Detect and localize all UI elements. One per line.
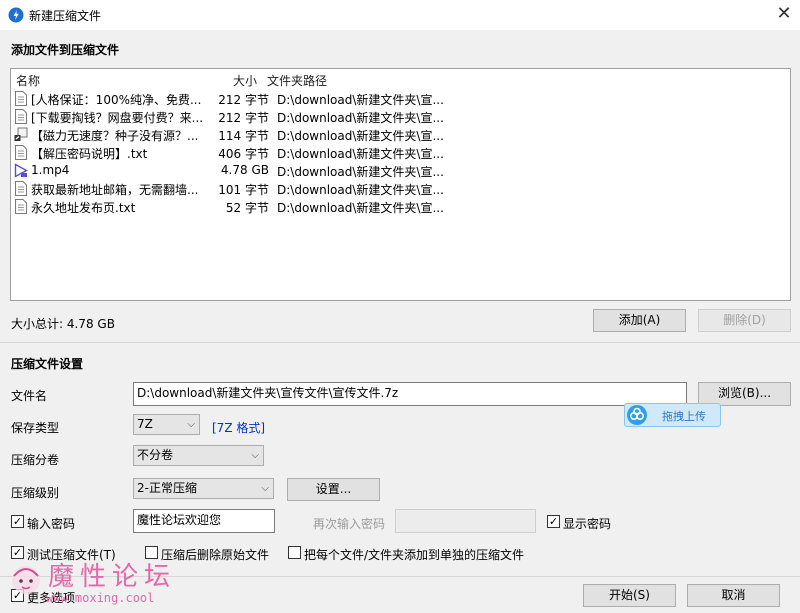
separate-archives-checkbox[interactable]: [288, 546, 301, 559]
add-button[interactable]: 添加(A): [593, 309, 686, 332]
save-type-value: 7Z: [137, 417, 153, 431]
file-row[interactable]: 【解压密码说明】.txt 406 字节 D:\download\新建文件夹\宣.…: [11, 143, 790, 161]
split-select[interactable]: 不分卷 ⌵: [133, 445, 264, 466]
file-size: 406 字节: [218, 147, 269, 161]
file-name: [下载要掏钱？网盘要付费？来...: [31, 111, 204, 125]
save-type-label: 保存类型: [11, 421, 60, 435]
app-logo-icon: [8, 7, 24, 23]
text-file-icon: [15, 181, 27, 196]
reenter-password-label: 再次输入密码: [313, 517, 386, 531]
video-file-icon: [14, 163, 28, 178]
close-icon[interactable]: ✕: [772, 2, 796, 26]
file-row[interactable]: 获取最新地址邮箱，无需翻墙... 101 字节 D:\download\新建文件…: [11, 179, 790, 197]
text-file-icon: [15, 91, 27, 106]
file-size: 114 字节: [218, 129, 269, 143]
file-name: 【磁力无速度？种子没有源？...: [31, 129, 199, 143]
separate-archives-label: 把每个文件/文件夹添加到单独的压缩文件: [304, 548, 525, 562]
text-file-icon: [15, 109, 27, 124]
upload-label: 拖拽上传: [662, 410, 706, 423]
split-label: 压缩分卷: [11, 453, 60, 467]
column-header-size[interactable]: 大小: [233, 72, 257, 89]
shortcut-file-icon: [14, 127, 28, 141]
drag-upload-widget[interactable]: 拖拽上传: [624, 403, 721, 427]
split-value: 不分卷: [137, 448, 174, 462]
file-row[interactable]: [人格保证：100%纯净、免费... 212 字节 D:\download\新建…: [11, 89, 790, 107]
file-size: 52 字节: [225, 201, 269, 215]
text-file-icon: [15, 145, 27, 160]
filename-label: 文件名: [11, 389, 48, 403]
password-checkbox-label: 输入密码: [27, 517, 76, 531]
file-path: D:\download\新建文件夹\宣...: [277, 129, 444, 143]
password-checkbox[interactable]: ✓: [11, 515, 24, 528]
file-path: D:\download\新建文件夹\宣...: [277, 147, 444, 161]
test-archive-checkbox[interactable]: ✓: [11, 546, 24, 559]
add-files-section-title: 添加文件到压缩文件: [11, 43, 120, 57]
start-button[interactable]: 开始(S): [583, 584, 676, 607]
cancel-button[interactable]: 取消: [687, 584, 780, 607]
file-size: 212 字节: [218, 111, 269, 125]
file-name: 【解压密码说明】.txt: [31, 147, 148, 161]
file-list[interactable]: 名称 大小 文件夹路径 [人格保证：100%纯净、免费... 212 字节 D:…: [10, 68, 791, 301]
filename-input[interactable]: D:\download\新建文件夹\宣传文件\宣传文件.7z: [133, 382, 687, 406]
delete-button[interactable]: 删除(D): [698, 309, 791, 332]
file-row[interactable]: 永久地址发布页.txt 52 字节 D:\download\新建文件夹\宣...: [11, 197, 790, 215]
text-file-icon: [15, 199, 27, 214]
file-name: 1.mp4: [31, 163, 70, 177]
file-row[interactable]: 【磁力无速度？种子没有源？... 114 字节 D:\download\新建文件…: [11, 125, 790, 143]
reenter-password-input[interactable]: [395, 509, 536, 533]
level-settings-button[interactable]: 设置...: [287, 478, 380, 501]
format-link[interactable]: [7Z 格式]: [212, 419, 265, 436]
total-size-label: 大小总计: 4.78 GB: [11, 317, 115, 331]
file-path: D:\download\新建文件夹\宣...: [277, 183, 444, 197]
save-type-select[interactable]: 7Z ⌵: [133, 414, 200, 435]
file-size: 101 字节: [218, 183, 269, 197]
level-select[interactable]: 2-正常压缩 ⌵: [133, 478, 274, 499]
password-input[interactable]: 魔性论坛欢迎您: [133, 509, 275, 533]
watermark-mascot-icon: [12, 566, 40, 594]
delete-after-label: 压缩后删除原始文件: [161, 548, 270, 562]
chevron-down-icon: ⌵: [251, 450, 259, 461]
settings-section-title: 压缩文件设置: [11, 357, 84, 371]
file-row[interactable]: 1.mp4 4.78 GB D:\download\新建文件夹\宣...: [11, 161, 790, 179]
watermark-text: 魔性论坛: [48, 562, 177, 592]
cloud-icon: [627, 405, 647, 425]
show-password-checkbox[interactable]: ✓: [547, 515, 560, 528]
level-label: 压缩级别: [11, 486, 60, 500]
title-bar: [0, 0, 800, 30]
window-title: 新建压缩文件: [29, 9, 102, 23]
show-password-label: 显示密码: [563, 517, 612, 531]
file-path: D:\download\新建文件夹\宣...: [277, 111, 444, 125]
file-size: 212 字节: [218, 93, 269, 107]
file-row[interactable]: [下载要掏钱？网盘要付费？来... 212 字节 D:\download\新建文…: [11, 107, 790, 125]
file-path: D:\download\新建文件夹\宣...: [277, 201, 444, 215]
chevron-down-icon: ⌵: [261, 483, 269, 494]
file-name: 获取最新地址邮箱，无需翻墙...: [31, 183, 199, 197]
file-size: 4.78 GB: [220, 163, 269, 177]
column-header-path[interactable]: 文件夹路径: [267, 72, 327, 89]
file-path: D:\download\新建文件夹\宣...: [277, 93, 444, 107]
watermark-url: www.moxing.cool: [46, 591, 155, 605]
file-name: [人格保证：100%纯净、免费...: [31, 93, 202, 107]
file-path: D:\download\新建文件夹\宣...: [277, 165, 444, 179]
level-value: 2-正常压缩: [137, 481, 197, 495]
chevron-down-icon: ⌵: [187, 419, 195, 430]
file-name: 永久地址发布页.txt: [31, 201, 136, 215]
section-divider: [0, 342, 800, 343]
column-header-name[interactable]: 名称: [16, 72, 40, 89]
